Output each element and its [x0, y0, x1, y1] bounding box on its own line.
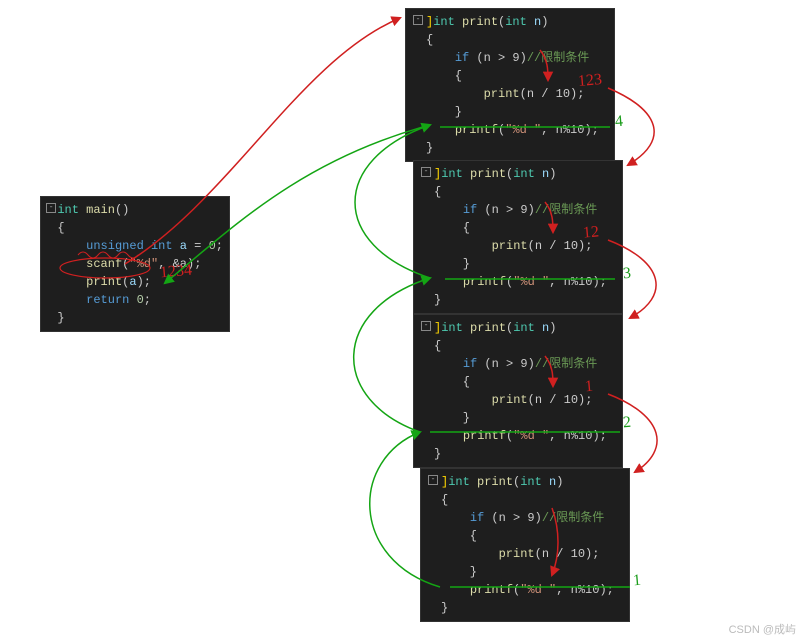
hand-green-2: 3	[622, 265, 632, 284]
fold-icon: -	[421, 167, 431, 177]
hand-red-2: 12	[582, 223, 600, 242]
main-sig: int main()	[57, 201, 223, 219]
hand-red-1: 123	[577, 71, 602, 91]
return-line: return 0;	[57, 291, 223, 309]
hand-green-4: 1	[632, 572, 642, 591]
brace-open: {	[57, 219, 223, 237]
decl-line: unsigned int a = 0;	[57, 237, 223, 255]
hand-red-3: 1	[584, 378, 594, 397]
recurse-line: print(n / 10);	[426, 85, 599, 103]
code-box-print-4: - ]int print(int n) { if (n > 9)//限制条件 {…	[420, 468, 630, 622]
fold-icon: -	[421, 321, 431, 331]
fold-icon: -	[413, 15, 423, 25]
print-call-line: print(a);	[57, 273, 223, 291]
brace-close: }	[57, 309, 223, 327]
if-line: if (n > 9)//限制条件	[426, 49, 599, 67]
scanf-line: scanf("%d", &a);	[57, 255, 223, 273]
printf-line: printf("%d ", n%10);	[426, 121, 599, 139]
watermark: CSDN @成屿	[729, 621, 796, 637]
hand-label-main: 1234	[159, 262, 192, 283]
code-box-main: - int main() { unsigned int a = 0; scanf…	[40, 196, 230, 332]
fold-icon: -	[428, 475, 438, 485]
hand-green-3: 2	[622, 414, 632, 433]
print-sig: ]int print(int n)	[426, 13, 599, 31]
hand-green-1: 4	[614, 113, 624, 132]
fold-icon: -	[46, 203, 56, 213]
